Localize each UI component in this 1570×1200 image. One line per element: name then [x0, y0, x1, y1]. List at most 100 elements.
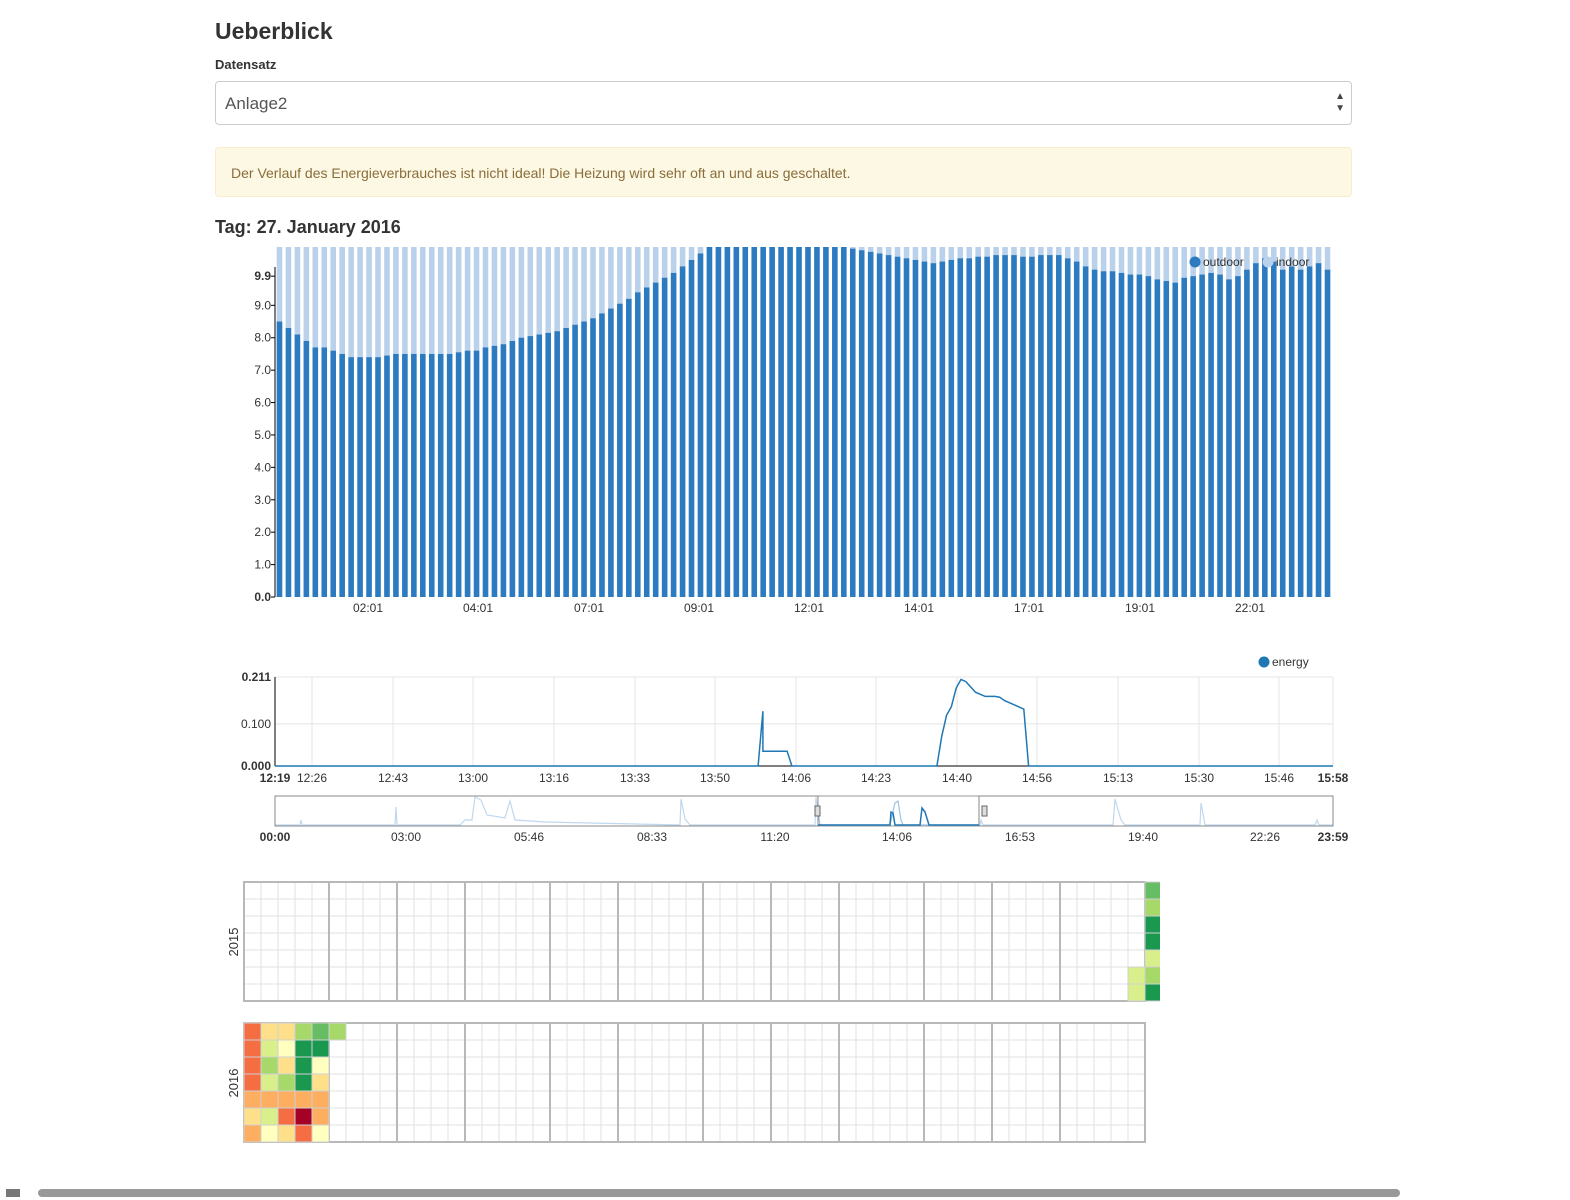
heatmap-empty-cell — [260, 915, 279, 934]
scrollbar-left-stub[interactable] — [6, 1189, 20, 1197]
y-tick-label: 9.0 — [254, 298, 271, 312]
heatmap-empty-cell — [940, 1056, 959, 1075]
dataset-select[interactable]: Anlage2 ▲ ▼ — [215, 81, 1352, 125]
bar-outdoor — [1073, 261, 1080, 597]
heatmap-empty-cell — [447, 966, 466, 985]
heatmap-empty-cell — [940, 1073, 959, 1092]
heatmap-empty-cell — [566, 1056, 585, 1075]
heatmap-empty-cell — [260, 881, 279, 900]
x-tick-label: 14:06 — [781, 771, 811, 785]
heatmap-empty-cell — [1127, 932, 1146, 951]
heatmap-empty-cell — [855, 898, 874, 917]
heatmap-empty-cell — [345, 932, 364, 951]
heatmap-empty-cell — [379, 1022, 398, 1041]
heatmap-empty-cell — [481, 1039, 500, 1058]
heatmap-empty-cell — [1025, 1107, 1044, 1126]
heatmap-empty-cell — [1110, 1090, 1129, 1109]
bar-outdoor — [491, 345, 498, 597]
heatmap-empty-cell — [566, 932, 585, 951]
alert-text: Der Verlauf des Energieverbrauches ist n… — [231, 165, 851, 181]
heatmap-empty-cell — [617, 932, 636, 951]
heatmap-empty-cell — [634, 983, 653, 1002]
heatmap-empty-cell — [294, 881, 313, 900]
heatmap-empty-cell — [1042, 1107, 1061, 1126]
heatmap-empty-cell — [1059, 1090, 1078, 1109]
heatmap-empty-cell — [668, 1124, 687, 1143]
heatmap-empty-cell — [957, 1056, 976, 1075]
heatmap-empty-cell — [447, 1073, 466, 1092]
heatmap-empty-cell — [770, 949, 789, 968]
heatmap-empty-cell — [889, 1073, 908, 1092]
heatmap-empty-cell — [702, 983, 721, 1002]
heatmap-cell — [260, 1022, 279, 1041]
heatmap-empty-cell — [413, 1124, 432, 1143]
heatmap-empty-cell — [923, 1124, 942, 1143]
brush-handle-left-icon[interactable] — [814, 805, 821, 817]
heatmap-empty-cell — [1127, 1056, 1146, 1075]
bar-outdoor — [948, 259, 955, 597]
heatmap-empty-cell — [464, 898, 483, 917]
heatmap-empty-cell — [396, 915, 415, 934]
heatmap-empty-cell — [1008, 932, 1027, 951]
heatmap-empty-cell — [277, 966, 296, 985]
heatmap-empty-cell — [787, 1124, 806, 1143]
heatmap-empty-cell — [906, 1039, 925, 1058]
heatmap-empty-cell — [328, 1090, 347, 1109]
heatmap-empty-cell — [1076, 1039, 1095, 1058]
heatmap-empty-cell — [583, 1090, 602, 1109]
heatmap-empty-cell — [906, 966, 925, 985]
heatmap-empty-cell — [532, 1056, 551, 1075]
heatmap-empty-cell — [668, 1090, 687, 1109]
y-tick-label: 6.0 — [254, 396, 271, 410]
heatmap-empty-cell — [600, 932, 619, 951]
heatmap-empty-cell — [736, 1056, 755, 1075]
heatmap-empty-cell — [838, 1090, 857, 1109]
heatmap-empty-cell — [294, 949, 313, 968]
heatmap-empty-cell — [1059, 966, 1078, 985]
heatmap-empty-cell — [1076, 915, 1095, 934]
heatmap-empty-cell — [1042, 915, 1061, 934]
heatmap-empty-cell — [1127, 1073, 1146, 1092]
heatmap-empty-cell — [515, 1073, 534, 1092]
heatmap-empty-cell — [1059, 1039, 1078, 1058]
heatmap-empty-cell — [1076, 1073, 1095, 1092]
x-tick-label: 15:13 — [1103, 771, 1133, 785]
heatmap-cell — [277, 1056, 296, 1075]
heatmap-empty-cell — [736, 898, 755, 917]
heatmap-empty-cell — [974, 1022, 993, 1041]
bar-outdoor — [921, 261, 928, 597]
heatmap-empty-cell — [668, 881, 687, 900]
heatmap-empty-cell — [566, 881, 585, 900]
horizontal-scrollbar[interactable] — [38, 1189, 1400, 1197]
heatmap-empty-cell — [396, 949, 415, 968]
y-tick-label: 5.0 — [254, 428, 271, 442]
heatmap-empty-cell — [583, 1022, 602, 1041]
heatmap-empty-cell — [566, 1022, 585, 1041]
bar-outdoor — [536, 334, 543, 597]
heatmap-empty-cell — [702, 915, 721, 934]
heatmap-empty-cell — [294, 898, 313, 917]
heatmap-empty-cell — [430, 932, 449, 951]
heatmap-empty-cell — [583, 898, 602, 917]
heatmap-empty-cell — [770, 1039, 789, 1058]
heatmap-cell — [294, 1073, 313, 1092]
bar-outdoor — [876, 253, 883, 597]
heatmap-empty-cell — [974, 1124, 993, 1143]
heatmap-empty-cell — [736, 1107, 755, 1126]
heatmap-empty-cell — [396, 983, 415, 1002]
x-tick-label: 07:01 — [574, 601, 604, 615]
heatmap-empty-cell — [1025, 1090, 1044, 1109]
heatmap-empty-cell — [1025, 1056, 1044, 1075]
heatmap-empty-cell — [787, 1107, 806, 1126]
heatmap-empty-cell — [328, 932, 347, 951]
bar-outdoor — [1324, 269, 1331, 597]
brush-handle-right-icon[interactable] — [981, 805, 988, 817]
heatmap-empty-cell — [940, 1107, 959, 1126]
heatmap-empty-cell — [923, 932, 942, 951]
heatmap-empty-cell — [617, 898, 636, 917]
heatmap-empty-cell — [515, 881, 534, 900]
bar-outdoor — [563, 328, 569, 597]
bar-outdoor — [518, 337, 525, 597]
heatmap-empty-cell — [1093, 949, 1112, 968]
heatmap-empty-cell — [838, 966, 857, 985]
